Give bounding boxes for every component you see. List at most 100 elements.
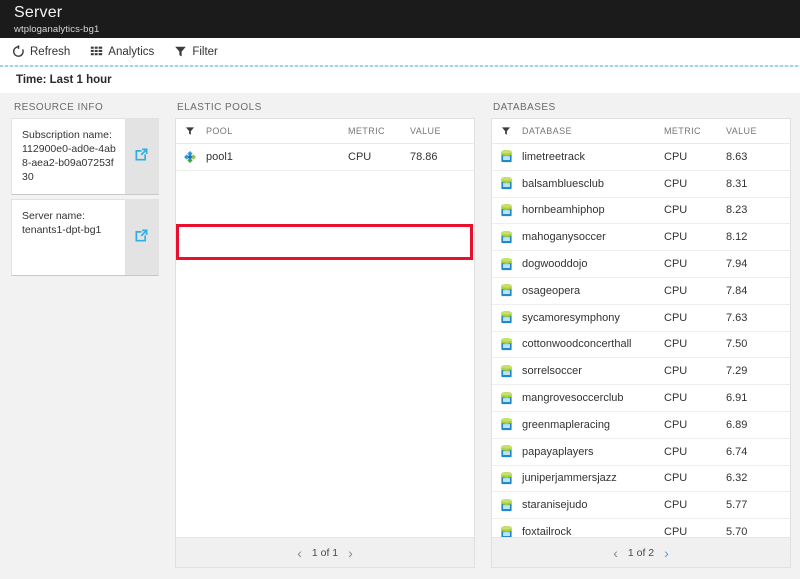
refresh-button[interactable]: Refresh [12,38,70,65]
table-row[interactable]: pool1 CPU 78.86 [176,144,474,171]
database-icon [492,391,520,406]
table-row[interactable]: sycamoresymphony CPU 7.63 [492,304,790,332]
database-name: sycamoresymphony [522,311,620,324]
metric-value: CPU [664,418,688,431]
server-label: Server name: [22,210,86,222]
analytics-button[interactable]: Analytics [90,38,154,65]
database-icon [492,149,520,164]
elastic-pool-icon [176,150,204,164]
metric-value: CPU [664,311,688,324]
table-row[interactable]: greenmapleracing CPU 6.89 [492,411,790,439]
filter-button[interactable]: Filter [174,38,218,65]
database-icon [500,230,512,243]
server-open-button[interactable] [125,200,158,275]
database-name: cottonwoodconcerthall [522,338,632,351]
table-row[interactable]: staranisejudo CPU 5.77 [492,492,790,520]
database-icon [492,283,520,298]
table-row[interactable]: mahoganysoccer CPU 8.12 [492,224,790,252]
database-icon [500,364,512,377]
subscription-open-button[interactable] [125,119,158,194]
cpu-value: 8.23 [726,204,748,217]
cpu-value: 8.63 [726,150,748,163]
database-icon [492,471,520,486]
subscription-value: 112900e0-ad0e-4ab8-aea2-b09a07253f30 [22,143,116,183]
chevron-right-icon[interactable]: › [341,546,360,560]
cpu-value: 7.94 [726,258,748,271]
cpu-value: 6.89 [726,418,748,431]
table-row[interactable]: papayaplayers CPU 6.74 [492,438,790,466]
table-row[interactable]: dogwooddojo CPU 7.94 [492,251,790,278]
resource-info-card-server[interactable]: Server name: tenants1-dpt-bg1 [11,199,159,276]
databases-page-label: 1 of 2 [627,546,655,559]
subscription-label: Subscription name: [22,129,112,141]
database-icon [492,337,520,352]
metric-value: CPU [664,284,688,297]
elastic-pools-filter-button[interactable] [176,126,204,136]
command-bar: Refresh Analytics Filter [0,38,800,65]
filter-icon [501,127,511,135]
elastic-pools-col-metric: METRIC [348,126,385,136]
table-row[interactable]: hornbeamhiphop CPU 8.23 [492,197,790,225]
databases-filter-button[interactable] [492,126,520,136]
database-icon [500,391,512,404]
databases-section-title: DATABASES [493,102,556,113]
metric-value: CPU [664,150,688,163]
database-icon [500,203,512,217]
database-name: limetreetrack [522,150,585,163]
server-value: tenants1-dpt-bg1 [22,224,102,236]
cpu-value: 5.77 [726,499,748,512]
metric-value: CPU [664,445,688,458]
resource-info-card-subscription[interactable]: Subscription name: 112900e0-ad0e-4ab8-ae… [11,118,159,195]
filter-icon [174,45,187,58]
table-row[interactable]: balsambluesclub CPU 8.31 [492,170,790,198]
table-row[interactable]: cottonwoodconcerthall CPU 7.50 [492,331,790,359]
cpu-value: 8.12 [726,231,748,244]
metric-value: CPU [664,499,688,512]
content-area: RESOURCE INFO Subscription name: 112900e… [0,93,800,579]
refresh-icon [12,45,25,58]
databases-panel: DATABASE METRIC VALUE limetreetrack CPU 8.… [491,118,791,568]
cpu-value: 78.86 [410,150,438,163]
elastic-pools-col-value: VALUE [410,126,441,136]
database-icon [492,417,520,432]
database-icon [492,364,520,379]
database-name: dogwooddojo [522,258,588,271]
metric-value: CPU [348,150,372,163]
database-name: hornbeamhiphop [522,204,605,217]
databases-grid-header: DATABASE METRIC VALUE [492,119,790,144]
page-subtitle: wtploganalytics-bg1 [14,24,100,35]
cpu-value: 7.63 [726,311,748,324]
database-icon [492,230,520,245]
elastic-pool-icon [184,150,196,163]
table-row[interactable]: juniperjammersjazz CPU 6.32 [492,465,790,493]
table-row[interactable]: limetreetrack CPU 8.63 [492,144,790,171]
chevron-right-icon[interactable]: › [657,546,676,560]
cpu-value: 8.31 [726,177,748,190]
cpu-value: 6.74 [726,445,748,458]
metric-value: CPU [664,231,688,244]
metric-value: CPU [664,472,688,485]
database-name: mangrovesoccerclub [522,392,624,405]
external-link-icon [134,228,149,248]
elastic-pools-page-label: 1 of 1 [311,546,339,559]
analytics-label: Analytics [108,45,155,58]
chevron-left-icon[interactable]: ‹ [606,546,625,560]
table-row[interactable]: sorrelsoccer CPU 7.29 [492,358,790,386]
table-row[interactable]: mangrovesoccerclub CPU 6.91 [492,385,790,412]
external-link-icon [134,147,149,167]
metric-value: CPU [664,392,688,405]
table-row[interactable]: osageopera CPU 7.84 [492,277,790,305]
database-icon [500,257,512,270]
database-icon [500,337,512,351]
database-icon [500,150,512,163]
databases-col-database: DATABASE [522,126,572,136]
chevron-left-icon[interactable]: ‹ [290,546,309,560]
database-name: osageopera [522,284,581,297]
metric-value: CPU [664,365,688,378]
elastic-pools-grid-body: pool1 CPU 78.86 [176,144,474,171]
elastic-pools-section-title: ELASTIC POOLS [177,102,262,113]
time-range-label[interactable]: Time: Last 1 hour [16,74,112,86]
database-icon [500,498,512,511]
databases-col-metric: METRIC [664,126,701,136]
database-icon [500,418,512,431]
